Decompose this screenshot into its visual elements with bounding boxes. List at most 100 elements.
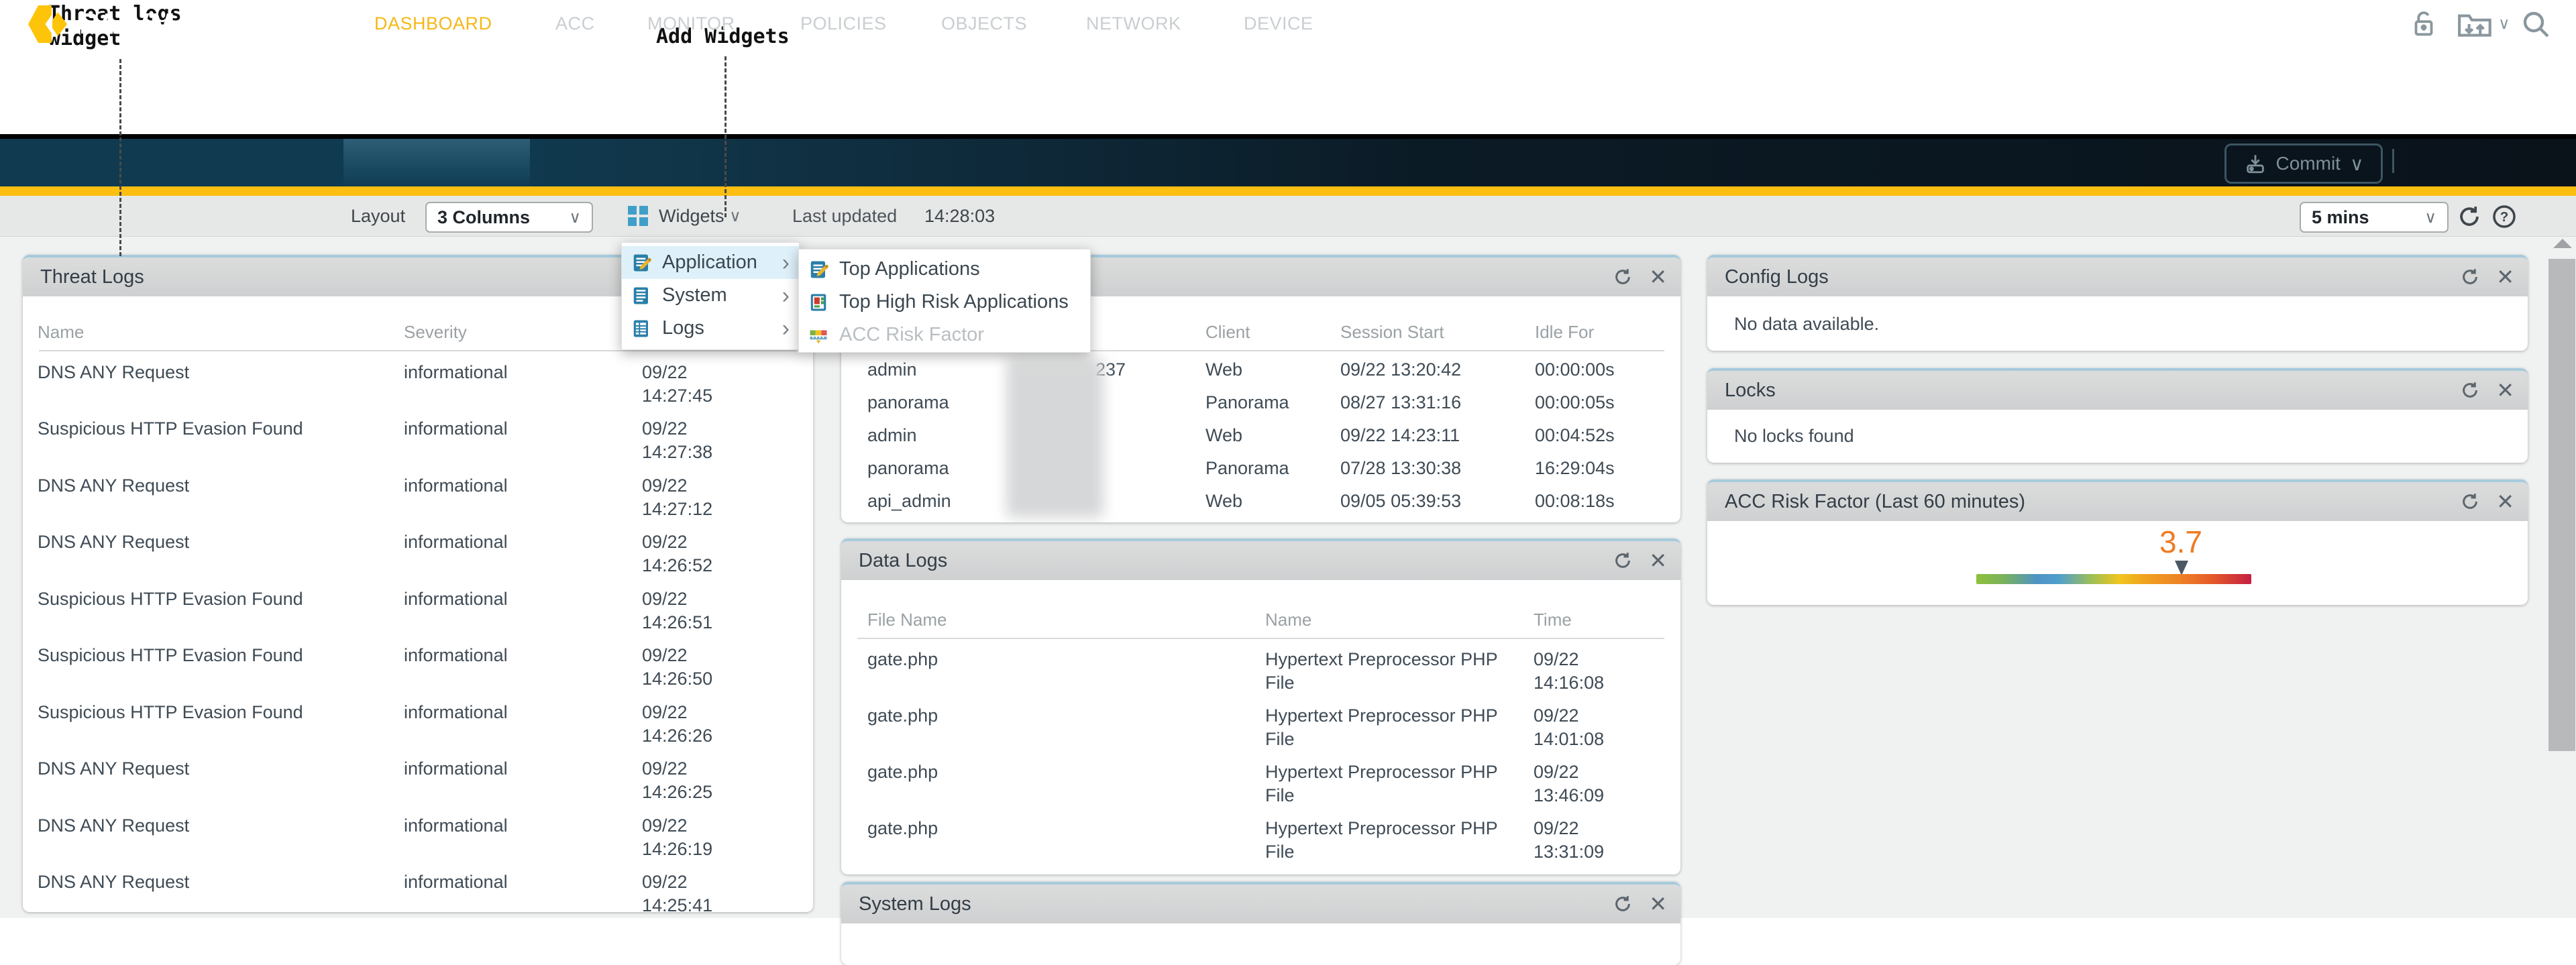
- brand-title: PA-VM: [79, 0, 176, 48]
- chevron-down-icon: ∨: [2350, 153, 2364, 175]
- tab-device[interactable]: DEVICE: [1244, 0, 1313, 48]
- widget-close-icon[interactable]: ✕: [2496, 380, 2514, 401]
- tab-acc[interactable]: ACC: [555, 0, 595, 48]
- menu-item-system[interactable]: System ›: [622, 279, 799, 312]
- column-header-time: Time: [1534, 610, 1572, 630]
- column-header-name: Name: [38, 322, 84, 343]
- table-row: Suspicious HTTP Evasion Foundinformation…: [23, 587, 813, 644]
- chevron-down-icon[interactable]: ∨: [2498, 0, 2510, 48]
- commit-button[interactable]: Commit ∨: [2224, 144, 2383, 184]
- widget-refresh-icon[interactable]: [2460, 380, 2480, 400]
- chevron-right-icon: ›: [782, 284, 790, 307]
- top-navigation-bar: [0, 134, 2576, 191]
- tab-objects[interactable]: OBJECTS: [941, 0, 1027, 48]
- table-row: api_admin Web09/05 05:39:5300:08:18s: [841, 490, 1680, 522]
- dashboard-content: Threat Logs ✕ Name Severity DNS ANY Requ…: [0, 236, 2576, 918]
- layout-select[interactable]: 3 Columns ∨: [425, 202, 593, 233]
- submenu-item-acc-risk-factor[interactable]: ACC Risk Factor: [799, 319, 1090, 351]
- widget-refresh-icon[interactable]: [1613, 551, 1633, 571]
- table-row: gate.php Hypertext Preprocessor PHPFile …: [841, 648, 1680, 704]
- table-row: gate.php Hypertext Preprocessor PHPFile …: [841, 817, 1680, 873]
- table-row: DNS ANY Requestinformational 09/2214:27:…: [23, 361, 813, 417]
- dashboard-toolbar: Layout 3 Columns ∨ Widgets ∨ Last update…: [0, 196, 2576, 237]
- yellow-accent-bar: [0, 186, 2576, 196]
- column-header-session-start: Session Start: [1340, 322, 1444, 343]
- threat-logs-widget: Threat Logs ✕ Name Severity DNS ANY Requ…: [23, 255, 813, 912]
- acc-risk-header: ACC Risk Factor (Last 60 minutes) ✕: [1707, 482, 2528, 521]
- menu-item-application[interactable]: Application ›: [622, 246, 799, 279]
- acc-risk-factor-widget: ACC Risk Factor (Last 60 minutes) ✕ 3.7: [1707, 479, 2528, 605]
- search-icon[interactable]: [2520, 0, 2552, 48]
- empty-message: No locks found: [1734, 426, 1854, 447]
- widget-refresh-icon[interactable]: [2460, 492, 2480, 512]
- header-separator: [39, 350, 797, 351]
- last-updated-label: Last updated: [792, 196, 897, 236]
- unlock-icon[interactable]: [2408, 0, 2439, 48]
- tab-network[interactable]: NETWORK: [1086, 0, 1181, 48]
- column-header-severity: Severity: [404, 322, 467, 343]
- locks-header: Locks ✕: [1707, 371, 2528, 410]
- data-logs-widget: Data Logs ✕ File Name Name Time gate.php…: [841, 538, 1680, 874]
- help-icon[interactable]: ?: [2491, 204, 2517, 229]
- top-applications-icon: [808, 260, 828, 280]
- data-logs-header: Data Logs ✕: [841, 541, 1680, 580]
- config-logs-widget: Config Logs ✕ No data available.: [1707, 255, 2528, 351]
- redacted-ip-column: [1006, 358, 1104, 518]
- widget-refresh-icon[interactable]: [1613, 894, 1633, 914]
- column-header-idle-for: Idle For: [1535, 322, 1594, 343]
- tab-policies[interactable]: POLICIES: [800, 0, 887, 48]
- widget-close-icon[interactable]: ✕: [1649, 893, 1667, 915]
- refresh-icon[interactable]: [2457, 204, 2482, 229]
- submenu-item-top-high-risk-applications[interactable]: Top High Risk Applications: [799, 286, 1090, 319]
- risk-factor-value: 3.7: [2159, 524, 2202, 560]
- table-row: DNS ANY Requestinformational 09/2214:26:…: [23, 757, 813, 813]
- table-row: DNS ANY Requestinformational 09/2214:26:…: [23, 814, 813, 870]
- widget-title: Config Logs: [1725, 266, 1829, 288]
- widget-title: ACC Risk Factor (Last 60 minutes): [1725, 491, 2025, 513]
- locks-widget: Locks ✕ No locks found: [1707, 368, 2528, 463]
- widget-close-icon[interactable]: ✕: [1649, 266, 1667, 288]
- menu-item-logs[interactable]: Logs ›: [622, 312, 799, 345]
- table-row: DNS ANY Requestinformational 09/2214:26:…: [23, 530, 813, 587]
- submenu-item-top-applications[interactable]: Top Applications: [799, 253, 1090, 286]
- config-logs-header: Config Logs ✕: [1707, 258, 2528, 296]
- config-transfer-icon[interactable]: [2457, 0, 2496, 48]
- table-row: Suspicious HTTP Evasion Foundinformation…: [23, 644, 813, 700]
- logs-widget-icon: [631, 319, 651, 339]
- column-header-file-name: File Name: [867, 610, 947, 630]
- widgets-grid-icon: [628, 206, 648, 226]
- widget-close-icon[interactable]: ✕: [2496, 266, 2514, 288]
- chevron-down-icon: ∨: [2424, 208, 2436, 227]
- chevron-down-icon: ∨: [729, 207, 741, 226]
- table-row: Suspicious HTTP Evasion Foundinformation…: [23, 701, 813, 757]
- application-widget-icon: [631, 253, 651, 273]
- widget-close-icon[interactable]: ✕: [1649, 550, 1667, 571]
- widget-title: Threat Logs: [40, 266, 144, 288]
- header-separator: [857, 638, 1664, 639]
- refresh-interval-select[interactable]: 5 mins ∨: [2300, 202, 2449, 233]
- widget-refresh-icon[interactable]: [1613, 267, 1633, 287]
- active-tab-highlight: [343, 139, 530, 186]
- tab-dashboard[interactable]: DASHBOARD: [374, 0, 492, 48]
- table-row: gate.php Hypertext Preprocessor PHPFile …: [841, 760, 1680, 817]
- widget-refresh-icon[interactable]: [2460, 267, 2480, 287]
- widget-title: System Logs: [859, 893, 971, 915]
- table-row: admin Web09/22 14:23:1100:04:52s: [841, 424, 1680, 457]
- widget-title: Locks: [1725, 380, 1776, 402]
- layout-label: Layout: [351, 196, 405, 236]
- widgets-menu-button[interactable]: Widgets ∨: [659, 196, 741, 236]
- table-row: admin237 Web09/22 13:20:4200:00:00s: [841, 358, 1680, 391]
- table-row: Suspicious HTTP Evasion Foundinformation…: [23, 417, 813, 473]
- table-row: DNS ANY Requestinformational 09/2214:25:…: [23, 870, 813, 912]
- last-updated-time: 14:28:03: [924, 196, 995, 236]
- system-widget-icon: [631, 286, 651, 306]
- scrollbar-up-arrow-icon[interactable]: [2553, 239, 2572, 248]
- tab-monitor[interactable]: MONITOR: [647, 0, 735, 48]
- chevron-right-icon: ›: [782, 317, 790, 340]
- vertical-scrollbar[interactable]: [2548, 259, 2575, 751]
- widget-close-icon[interactable]: ✕: [2496, 491, 2514, 512]
- system-logs-widget: System Logs ✕: [841, 882, 1680, 965]
- table-row: DNS ANY Requestinformational 09/2214:27:…: [23, 474, 813, 530]
- table-row: panorama Panorama07/28 13:30:3816:29:04s: [841, 457, 1680, 490]
- system-logs-header: System Logs ✕: [841, 885, 1680, 923]
